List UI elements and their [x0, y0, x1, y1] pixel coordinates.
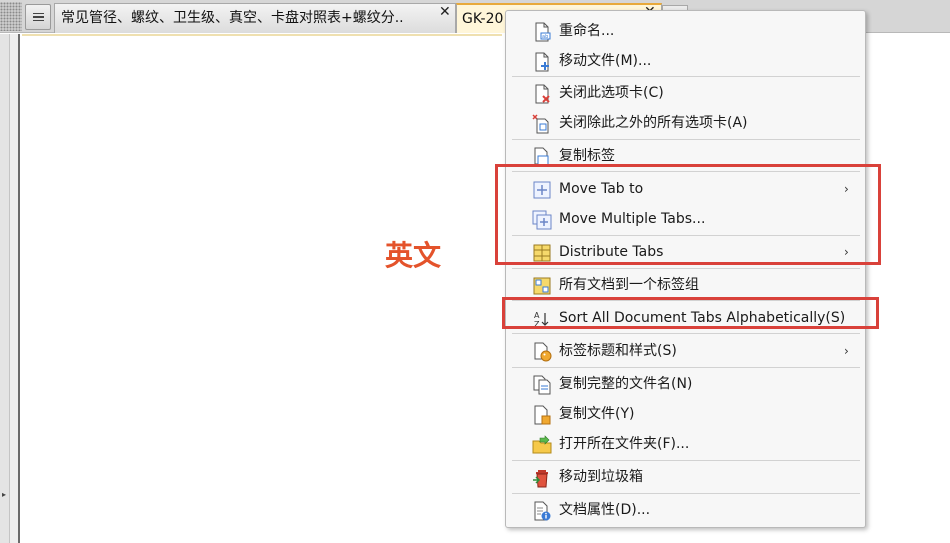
- document-heading: 英文: [385, 239, 442, 272]
- tab-list-button[interactable]: [25, 4, 51, 30]
- properties-icon: [534, 501, 551, 521]
- document-top-border: [22, 34, 502, 36]
- menu-separator: [512, 76, 860, 77]
- close-tab-icon: [535, 84, 550, 104]
- menu-label: 所有文档到一个标签组: [559, 277, 699, 293]
- menu-item-all-docs-one-group[interactable]: 所有文档到一个标签组: [506, 270, 865, 300]
- highlight-box-sort-tabs: [502, 297, 879, 329]
- move-file-icon: [535, 52, 549, 72]
- menu-item-close-others[interactable]: 关闭除此之外的所有选项卡(A): [506, 108, 865, 138]
- menu-label: 文档属性(D)...: [559, 502, 651, 518]
- menu-label: 复制文件(Y): [559, 406, 635, 422]
- menu-label: 打开所在文件夹(F)...: [559, 436, 690, 452]
- svg-text:ab: ab: [542, 34, 548, 40]
- left-panel-strip: [0, 34, 10, 543]
- menu-item-document-properties[interactable]: 文档属性(D)...: [506, 495, 865, 525]
- menu-item-rename[interactable]: ab 重命名...: [506, 16, 865, 46]
- rename-icon: ab: [535, 22, 551, 42]
- menu-separator: [512, 493, 860, 494]
- menu-item-copy-file[interactable]: 复制文件(Y): [506, 399, 865, 429]
- copy-file-icon: [534, 405, 551, 425]
- menu-item-open-folder[interactable]: 打开所在文件夹(F)...: [506, 429, 865, 459]
- tab-context-menu: ab 重命名... 移动文件(M)... 关闭此选项卡(C) 关闭除此之外的所有…: [505, 10, 866, 528]
- menu-label: 关闭除此之外的所有选项卡(A): [559, 115, 748, 131]
- close-icon[interactable]: ✕: [439, 2, 451, 22]
- menu-item-tab-title-style[interactable]: 标签标题和样式(S) ›: [506, 336, 865, 366]
- drag-grip[interactable]: [0, 2, 22, 31]
- menu-label: 移动到垃圾箱: [559, 469, 643, 485]
- document-tab-pipe-table[interactable]: 常见管径、螺纹、卫生级、真空、卡盘对照表+螺纹分..: [54, 3, 456, 33]
- trash-icon: [533, 470, 548, 488]
- menu-item-close-tab[interactable]: 关闭此选项卡(C): [506, 78, 865, 108]
- copy-filename-icon: [533, 375, 551, 395]
- menu-separator: [512, 460, 860, 461]
- left-panel-splitter[interactable]: [10, 34, 20, 543]
- folder-icon: [532, 435, 552, 454]
- menu-label: 重命名...: [559, 23, 615, 39]
- menu-label: 关闭此选项卡(C): [559, 85, 664, 101]
- tab-group-icon: [533, 277, 551, 295]
- menu-separator: [512, 139, 860, 140]
- highlight-box-move-tabs: [495, 164, 881, 265]
- expand-panel-arrow-icon[interactable]: ▸: [2, 490, 6, 499]
- menu-item-move-file[interactable]: 移动文件(M)...: [506, 46, 865, 76]
- menu-separator: [512, 333, 860, 334]
- tab-label: 常见管径、螺纹、卫生级、真空、卡盘对照表+螺纹分..: [61, 10, 404, 26]
- close-others-icon: [532, 114, 549, 134]
- tab-label: GK-20: [462, 11, 504, 27]
- menu-item-copy-full-filename[interactable]: 复制完整的文件名(N): [506, 369, 865, 399]
- menu-label: 移动文件(M)...: [559, 53, 652, 69]
- tab-style-icon: [534, 342, 552, 362]
- menu-separator: [512, 268, 860, 269]
- submenu-arrow-icon: ›: [844, 344, 849, 358]
- menu-label: 复制完整的文件名(N): [559, 376, 693, 392]
- menu-item-move-to-trash[interactable]: 移动到垃圾箱: [506, 462, 865, 492]
- menu-label: 标签标题和样式(S): [559, 343, 677, 359]
- menu-separator: [512, 367, 860, 368]
